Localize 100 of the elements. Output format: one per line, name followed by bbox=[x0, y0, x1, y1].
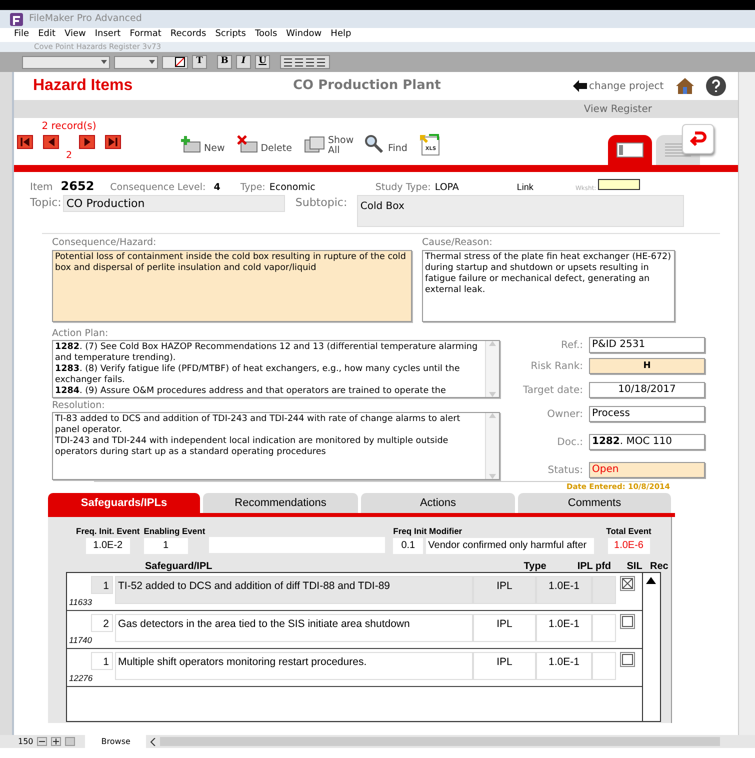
tab[interactable]: Comments bbox=[518, 493, 671, 514]
zoom-in-icon[interactable] bbox=[51, 737, 62, 746]
field-label: Owner: bbox=[546, 408, 584, 422]
field-value[interactable]: Process bbox=[589, 406, 705, 422]
toolbar-button[interactable]: Show All bbox=[304, 134, 352, 156]
first-record-button[interactable] bbox=[17, 135, 33, 149]
current-record: 2 bbox=[66, 149, 72, 163]
scrollbar[interactable] bbox=[485, 341, 499, 398]
field-value[interactable]: Open bbox=[589, 462, 705, 478]
consequence-level-value: 4 bbox=[214, 181, 220, 195]
scroll-down-icon bbox=[489, 392, 496, 398]
menu-item[interactable]: Window bbox=[286, 28, 322, 42]
column-header: Safeguard/IPL bbox=[144, 560, 214, 572]
topic-field[interactable]: CO Production bbox=[63, 195, 286, 212]
menu-item[interactable]: Scripts bbox=[215, 28, 246, 42]
menu-item[interactable]: Edit bbox=[38, 28, 56, 42]
sil-cell[interactable] bbox=[592, 576, 616, 604]
field-label: Target date: bbox=[522, 384, 584, 398]
menu-item[interactable]: Tools bbox=[255, 28, 278, 42]
toolbar-button[interactable]: Delete bbox=[236, 134, 292, 156]
search-icon bbox=[364, 134, 386, 156]
action-plan-entry: 1284. (9) Assure O&M procedures address and that operators are trained to operate the bbox=[55, 386, 447, 398]
view-register-label: View Register bbox=[584, 102, 652, 116]
horizontal-scrollbar[interactable] bbox=[160, 737, 720, 746]
rec-checkbox[interactable] bbox=[620, 652, 635, 667]
cause-field[interactable]: Thermal stress of the plate fin heat exchanger (HE-672) during startup and shutdown or upsets resulting in fatigue failure or mechanical defect, generating an external leak. bbox=[422, 250, 675, 322]
home-icon[interactable] bbox=[676, 78, 694, 94]
menu-item[interactable]: File bbox=[14, 28, 30, 42]
plant-title: CO Production Plant bbox=[293, 77, 442, 96]
sil-cell[interactable] bbox=[592, 652, 616, 680]
toolbar-button[interactable]: New bbox=[180, 134, 225, 156]
scroll-down-icon bbox=[489, 474, 496, 480]
freq-init-event-field[interactable]: 1.0E-2 bbox=[86, 538, 130, 554]
resolution-entry: TDI-243 and TDI-244 with independent local indication are monitored by multiple outside operators during start up as a standard operating procedures bbox=[55, 436, 450, 458]
study-type-value: LOPA bbox=[434, 181, 459, 195]
rec-checkbox[interactable] bbox=[620, 614, 635, 629]
vertical-scrollbar[interactable] bbox=[738, 72, 755, 735]
format-button[interactable]: U bbox=[255, 55, 270, 69]
safeguard-text[interactable]: Multiple shift operators monitoring restart procedures. bbox=[115, 652, 473, 680]
color-dropdown[interactable] bbox=[162, 56, 188, 68]
help-icon[interactable] bbox=[706, 76, 726, 96]
rec-checkbox[interactable] bbox=[620, 576, 635, 591]
menu-item[interactable]: View bbox=[64, 28, 86, 42]
zoom-out-icon[interactable] bbox=[37, 737, 48, 746]
item-number: 2652 bbox=[60, 178, 94, 195]
change-project-link[interactable]: change project bbox=[573, 78, 664, 94]
pfd-cell: 1.0E-1 bbox=[536, 652, 592, 680]
scroll-left-icon[interactable] bbox=[150, 738, 156, 746]
mode-label[interactable]: Browse bbox=[85, 735, 146, 748]
link-label[interactable]: Link bbox=[516, 181, 534, 194]
zoom-level: 150 bbox=[18, 736, 34, 748]
worksheet-field[interactable] bbox=[598, 179, 640, 190]
safeguard-text[interactable]: TI-52 added to DCS and addition of diff TDI-88 and TDI-89 bbox=[115, 576, 473, 604]
total-event-label: Total Event bbox=[606, 525, 652, 538]
safeguard-text[interactable]: Gas detectors in the area tied to the SIS initiate area shutdown bbox=[115, 614, 473, 642]
type-cell: IPL bbox=[473, 614, 536, 642]
consequence-level-label: Consequence Level: bbox=[110, 181, 206, 195]
field-value[interactable]: H bbox=[589, 358, 705, 374]
format-button[interactable]: I bbox=[236, 55, 251, 69]
modifier-field[interactable]: 0.1 bbox=[393, 538, 424, 554]
previous-record-button[interactable] bbox=[43, 135, 59, 149]
format-button[interactable]: T bbox=[192, 55, 207, 69]
field-value[interactable]: 10/18/2017 bbox=[589, 382, 705, 398]
tab[interactable]: Recommendations bbox=[203, 493, 358, 514]
freq-init-modifier-label: Freq Init Modifier bbox=[393, 525, 464, 538]
field-label: Risk Rank: bbox=[530, 360, 584, 374]
action-plan-field[interactable] bbox=[52, 340, 500, 398]
align-buttons[interactable] bbox=[280, 55, 330, 69]
portal-scrollbar[interactable] bbox=[643, 572, 661, 722]
menu-item[interactable]: Help bbox=[330, 28, 352, 42]
field-value[interactable]: P&ID 2531 bbox=[589, 337, 705, 354]
enabling-event-field[interactable]: 1 bbox=[144, 538, 188, 554]
scrollbar[interactable] bbox=[485, 413, 499, 480]
format-button[interactable]: B bbox=[217, 55, 232, 69]
scroll-up-icon bbox=[646, 576, 656, 584]
menu-item[interactable]: Format bbox=[130, 28, 162, 42]
next-record-button[interactable] bbox=[79, 135, 95, 149]
consequence-field[interactable]: Potential loss of containment inside the cold box resulting in rupture of the cold box and dispersal of perlite insulation and cold vapor/liquid bbox=[52, 250, 412, 322]
resolution-label: Resolution: bbox=[52, 400, 106, 412]
resolution-field[interactable] bbox=[52, 412, 500, 480]
menu-item[interactable]: Records bbox=[170, 28, 206, 42]
tab[interactable]: Actions bbox=[361, 493, 515, 514]
row-number: 1 bbox=[91, 576, 113, 594]
menu-item[interactable]: Insert bbox=[94, 28, 121, 42]
toolbar-button[interactable]: Find bbox=[364, 134, 408, 156]
left-arrow-icon bbox=[19, 136, 31, 148]
field-value[interactable]: 1282. MOC 110 bbox=[589, 434, 705, 450]
caret-icon bbox=[101, 60, 107, 64]
form-view-tab[interactable] bbox=[608, 135, 652, 165]
last-record-button[interactable] bbox=[105, 135, 121, 149]
modifier-note-field[interactable]: Vendor confirmed only harmful after bbox=[426, 538, 594, 554]
subtopic-field[interactable]: Cold Box bbox=[357, 195, 684, 227]
toolbar-toggle-icon[interactable] bbox=[65, 737, 76, 746]
scroll-up-icon bbox=[489, 341, 496, 346]
tab[interactable]: Safeguards/IPLs bbox=[48, 493, 200, 514]
enabling-note-field[interactable] bbox=[209, 537, 386, 554]
back-button[interactable] bbox=[682, 124, 714, 154]
sil-cell[interactable] bbox=[592, 614, 616, 642]
font-dropdown[interactable] bbox=[22, 56, 110, 68]
total-event-field[interactable]: 1.0E-6 bbox=[608, 538, 650, 554]
